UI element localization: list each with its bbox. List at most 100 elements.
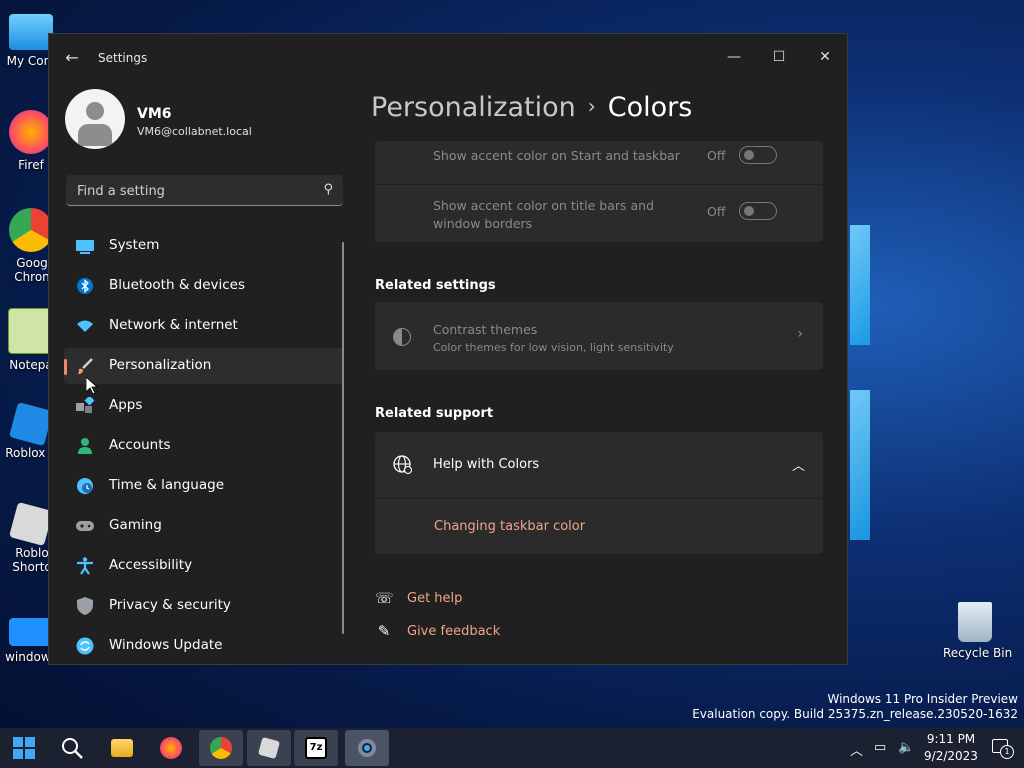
roblox-icon <box>8 501 54 547</box>
recycle-bin-icon <box>958 602 992 642</box>
taskbar-search-button[interactable] <box>50 730 94 766</box>
taskbar-chrome[interactable] <box>199 730 243 766</box>
search-icon <box>61 737 83 759</box>
avatar-head <box>86 102 104 120</box>
chevron-up-icon[interactable]: ︿ <box>850 740 863 759</box>
sidebar-item-apps[interactable]: Apps <box>64 388 344 424</box>
accessibility-icon <box>76 557 94 575</box>
chevron-right-icon: › <box>587 94 596 118</box>
computer-icon <box>9 14 53 50</box>
update-icon <box>76 637 94 655</box>
roblox-icon <box>257 736 281 760</box>
wifi-icon <box>76 317 94 335</box>
firefox-icon <box>9 110 53 154</box>
settings-window: ← Settings — ☐ ✕ VM6 VM6@collabnet.local… <box>48 33 848 665</box>
taskbar-clock[interactable]: 9:11 PM 9/2/2023 <box>922 731 980 765</box>
help-with-colors-title: Help with Colors <box>433 457 540 472</box>
shield-icon <box>76 597 94 615</box>
sidebar-item-accounts[interactable]: Accounts <box>64 428 344 464</box>
start-button[interactable] <box>2 730 46 766</box>
toggle-state-label: Off <box>707 204 726 219</box>
roblox-studio-icon <box>8 401 54 447</box>
search-input[interactable] <box>75 181 309 201</box>
taskbar-firefox[interactable] <box>149 730 193 766</box>
accent-title-bars-toggle[interactable] <box>739 202 777 220</box>
sidebar-item-windows-update[interactable]: Windows Update <box>64 628 344 664</box>
search-icon[interactable]: ⚲ <box>323 182 333 197</box>
sidebar-item-label: Windows Update <box>109 637 223 653</box>
settings-icon <box>356 737 378 759</box>
taskbar: 7z ︿ ▭ 🔈 9:11 PM 9/2/2023 1 <box>0 728 1024 768</box>
sidebar-item-personalization[interactable]: Personalization <box>64 348 344 384</box>
avatar-body <box>78 124 112 146</box>
minimize-button[interactable]: — <box>714 42 754 72</box>
back-button[interactable]: ← <box>61 48 83 68</box>
sidebar-item-bluetooth[interactable]: Bluetooth & devices <box>64 268 344 304</box>
start-icon <box>13 737 35 759</box>
firefox-icon <box>160 737 182 759</box>
contrast-themes-subtitle: Color themes for low vision, light sensi… <box>433 341 674 354</box>
sidebar-item-gaming[interactable]: Gaming <box>64 508 344 544</box>
get-help-link[interactable]: Get help <box>407 591 462 606</box>
maximize-button[interactable]: ☐ <box>759 42 799 72</box>
contrast-themes-title: Contrast themes <box>433 322 538 337</box>
apps-icon <box>76 395 95 415</box>
accent-options-card: Show accent color on Start and taskbar O… <box>375 141 823 242</box>
taskbar-7zip[interactable]: 7z <box>294 730 338 766</box>
chrome-icon <box>9 208 53 252</box>
network-icon[interactable]: ▭ <box>874 740 886 755</box>
sidebar-item-accessibility[interactable]: Accessibility <box>64 548 344 584</box>
sidebar-item-label: Accounts <box>109 437 171 453</box>
sidebar-item-label: Bluetooth & devices <box>109 277 246 293</box>
sidebar-scrollbar[interactable] <box>342 242 344 634</box>
windows-wallpaper-logo <box>850 225 1024 575</box>
title-bar[interactable]: ← Settings — ☐ ✕ <box>49 34 847 82</box>
avatar[interactable] <box>65 89 125 149</box>
sidebar-item-label: System <box>109 237 160 253</box>
chevron-right-icon: › <box>797 326 803 342</box>
help-with-colors-card: Help with Colors ︿ Changing taskbar colo… <box>375 432 823 554</box>
chevron-up-icon[interactable]: ︿ <box>792 455 805 474</box>
taskbar-file-explorer[interactable] <box>100 730 144 766</box>
contrast-themes-card[interactable]: Contrast themes Color themes for low vis… <box>375 302 823 370</box>
page-title: Colors <box>607 92 693 123</box>
contrast-icon <box>393 328 411 346</box>
sidebar-item-label: Accessibility <box>109 557 193 573</box>
breadcrumb: Personalization › Colors <box>371 92 692 123</box>
app-title: Settings <box>98 51 148 65</box>
bluetooth-icon <box>76 277 94 295</box>
setting-label: Show accent color on title bars and wind… <box>433 198 655 231</box>
chrome-icon <box>210 737 232 759</box>
sidebar-item-label: Gaming <box>109 517 162 533</box>
mouse-cursor <box>86 377 98 395</box>
get-help-icon: ☏ <box>375 589 394 607</box>
sidebar-item-label: Personalization <box>109 357 212 373</box>
desktop-icon-label: Recycle Bin <box>943 646 1013 660</box>
give-feedback-link[interactable]: Give feedback <box>407 624 500 639</box>
taskbar-settings[interactable] <box>345 730 389 766</box>
sidebar-item-network[interactable]: Network & internet <box>64 308 344 344</box>
sidebar-item-label: Time & language <box>109 477 225 493</box>
gamepad-icon <box>76 517 94 535</box>
sidebar-item-time-language[interactable]: Time & language <box>64 468 344 504</box>
toggle-knob <box>744 206 754 216</box>
search-box[interactable]: ⚲ <box>66 175 343 206</box>
sidebar-item-label: Apps <box>109 397 143 413</box>
setting-accent-title-bars: Show accent color on title bars and wind… <box>375 185 823 242</box>
close-button[interactable]: ✕ <box>805 42 845 72</box>
accent-start-taskbar-toggle[interactable] <box>739 146 777 164</box>
taskbar-roblox[interactable] <box>247 730 291 766</box>
volume-icon[interactable]: 🔈 <box>898 740 914 755</box>
breadcrumb-parent[interactable]: Personalization <box>371 92 576 123</box>
changing-taskbar-color-link[interactable]: Changing taskbar color <box>434 519 585 534</box>
help-with-colors-header[interactable]: Help with Colors ︿ <box>375 432 823 498</box>
sidebar-item-privacy-security[interactable]: Privacy & security <box>64 588 344 624</box>
notification-count-badge: 1 <box>1000 745 1014 759</box>
windows-watermark: Windows 11 Pro Insider Preview Evaluatio… <box>692 692 1018 722</box>
brush-icon <box>76 357 94 375</box>
clock-globe-icon <box>76 477 94 495</box>
desktop-icon-recycle-bin[interactable]: Recycle Bin <box>943 602 1013 660</box>
7zip-icon: 7z <box>305 737 327 759</box>
sidebar-item-system[interactable]: System <box>64 228 344 264</box>
notification-button[interactable]: 1 <box>990 737 1014 759</box>
